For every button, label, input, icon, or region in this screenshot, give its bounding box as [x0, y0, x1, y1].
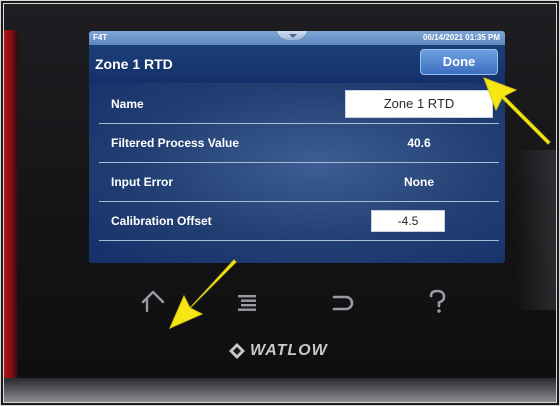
parameter-list: Name Zone 1 RTD Filtered Process Value 4…	[89, 83, 505, 263]
name-field[interactable]: Zone 1 RTD	[345, 90, 493, 118]
help-icon[interactable]	[423, 287, 451, 315]
param-label: Filtered Process Value	[111, 136, 240, 150]
device-photo: F4T 06/14/2021 01:35 PM Zone 1 RTD Done …	[0, 0, 560, 406]
watlow-logo: WATLOW	[228, 341, 328, 361]
back-icon[interactable]	[328, 287, 356, 315]
calibration-offset-field[interactable]: -4.5	[371, 210, 445, 232]
param-row-name[interactable]: Name Zone 1 RTD	[99, 85, 499, 124]
watlow-diamond-icon	[229, 343, 245, 359]
param-label: Name	[111, 97, 144, 111]
bezel-red-edge	[4, 30, 18, 402]
title-bar: Zone 1 RTD Done	[89, 45, 505, 83]
home-icon[interactable]	[139, 287, 167, 315]
watlow-logo-text: WATLOW	[250, 342, 328, 359]
annotation-arrow-home	[169, 259, 237, 329]
status-brand: F4T	[93, 33, 108, 42]
param-row-calibration-offset[interactable]: Calibration Offset -4.5	[99, 202, 499, 241]
touchscreen: F4T 06/14/2021 01:35 PM Zone 1 RTD Done …	[89, 31, 505, 263]
page-title: Zone 1 RTD	[95, 56, 173, 72]
bezel-bottom-edge	[4, 378, 556, 402]
status-datetime: 06/14/2021 01:35 PM	[423, 33, 500, 42]
param-value: 40.6	[407, 136, 431, 150]
bezel-glare	[516, 150, 556, 310]
param-row-input-error[interactable]: Input Error None	[99, 163, 499, 202]
param-value: None	[404, 175, 434, 189]
chevron-down-icon	[289, 34, 297, 38]
param-label: Calibration Offset	[111, 214, 212, 228]
annotation-arrow-done	[483, 77, 551, 145]
param-row-filtered-process-value[interactable]: Filtered Process Value 40.6	[99, 124, 499, 163]
param-label: Input Error	[111, 175, 173, 189]
